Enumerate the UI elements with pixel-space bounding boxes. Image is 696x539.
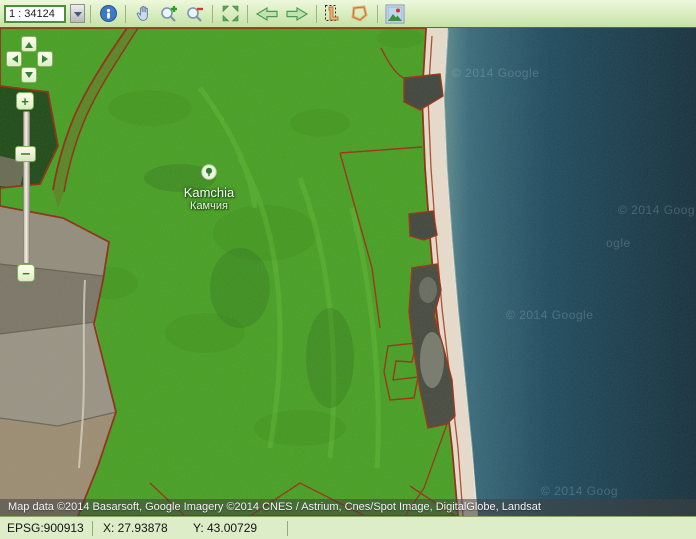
measure-length-icon — [324, 4, 344, 24]
arrow-right-icon — [42, 55, 52, 63]
arrow-left-icon — [8, 55, 18, 63]
zoom-max-extent-button[interactable] — [218, 2, 242, 26]
cursor-x-coordinate: X: 27.93878 — [103, 521, 185, 535]
zoom-out-button[interactable]: − — [17, 264, 35, 282]
arrow-left-icon — [255, 6, 279, 22]
zoom-out-icon — [185, 4, 205, 24]
pan-pad — [6, 36, 53, 83]
measure-area-icon — [350, 4, 370, 24]
zoom-slider-handle[interactable] — [15, 146, 36, 162]
status-bar: EPSG:900913 X: 27.93878 Y: 43.00729 — [0, 516, 696, 539]
info-button[interactable] — [96, 2, 120, 26]
zoom-in-tool-button[interactable] — [157, 2, 181, 26]
pan-right-button[interactable] — [37, 51, 53, 67]
toolbar-divider — [316, 5, 317, 23]
chevron-down-icon — [74, 12, 82, 21]
zoom-slider-track[interactable] — [23, 111, 30, 264]
arrow-right-icon — [285, 6, 309, 22]
measure-area-button[interactable] — [348, 2, 372, 26]
map-application-window: Kamchia Камчия © 2014 Google © 2014 Goog… — [0, 0, 696, 539]
map-viewport[interactable]: Kamchia Камчия © 2014 Google © 2014 Goog… — [0, 28, 696, 516]
slider-handle-mark — [21, 153, 30, 155]
pan-button[interactable] — [131, 2, 155, 26]
zoom-in-button[interactable]: + — [16, 92, 34, 110]
status-divider — [287, 521, 288, 536]
scale-input[interactable] — [4, 5, 66, 23]
next-extent-button[interactable] — [283, 2, 311, 26]
export-image-button[interactable] — [383, 2, 407, 26]
toolbar-divider — [377, 5, 378, 23]
map-attribution: Map data ©2014 Basarsoft, Google Imagery… — [0, 499, 696, 516]
zoom-in-icon — [159, 4, 179, 24]
zoom-max-extent-icon — [221, 4, 240, 23]
image-icon — [385, 4, 405, 24]
toolbar-divider — [125, 5, 126, 23]
satellite-map-canvas — [0, 28, 696, 516]
projection-label: EPSG:900913 — [0, 521, 92, 535]
status-divider — [92, 521, 93, 536]
toolbar-divider — [247, 5, 248, 23]
arrow-up-icon — [25, 38, 33, 48]
arrow-down-icon — [25, 72, 33, 82]
previous-extent-button[interactable] — [253, 2, 281, 26]
pan-hand-icon — [134, 4, 153, 23]
toolbar-divider — [212, 5, 213, 23]
pan-up-button[interactable] — [21, 36, 37, 52]
scale-dropdown-button[interactable] — [70, 4, 85, 23]
pan-left-button[interactable] — [6, 51, 22, 67]
info-icon — [99, 4, 118, 23]
measure-length-button[interactable] — [322, 2, 346, 26]
cursor-y-coordinate: Y: 43.00729 — [193, 521, 273, 535]
toolbar-divider — [90, 5, 91, 23]
pan-down-button[interactable] — [21, 67, 37, 83]
toolbar — [0, 0, 696, 28]
zoom-out-tool-button[interactable] — [183, 2, 207, 26]
